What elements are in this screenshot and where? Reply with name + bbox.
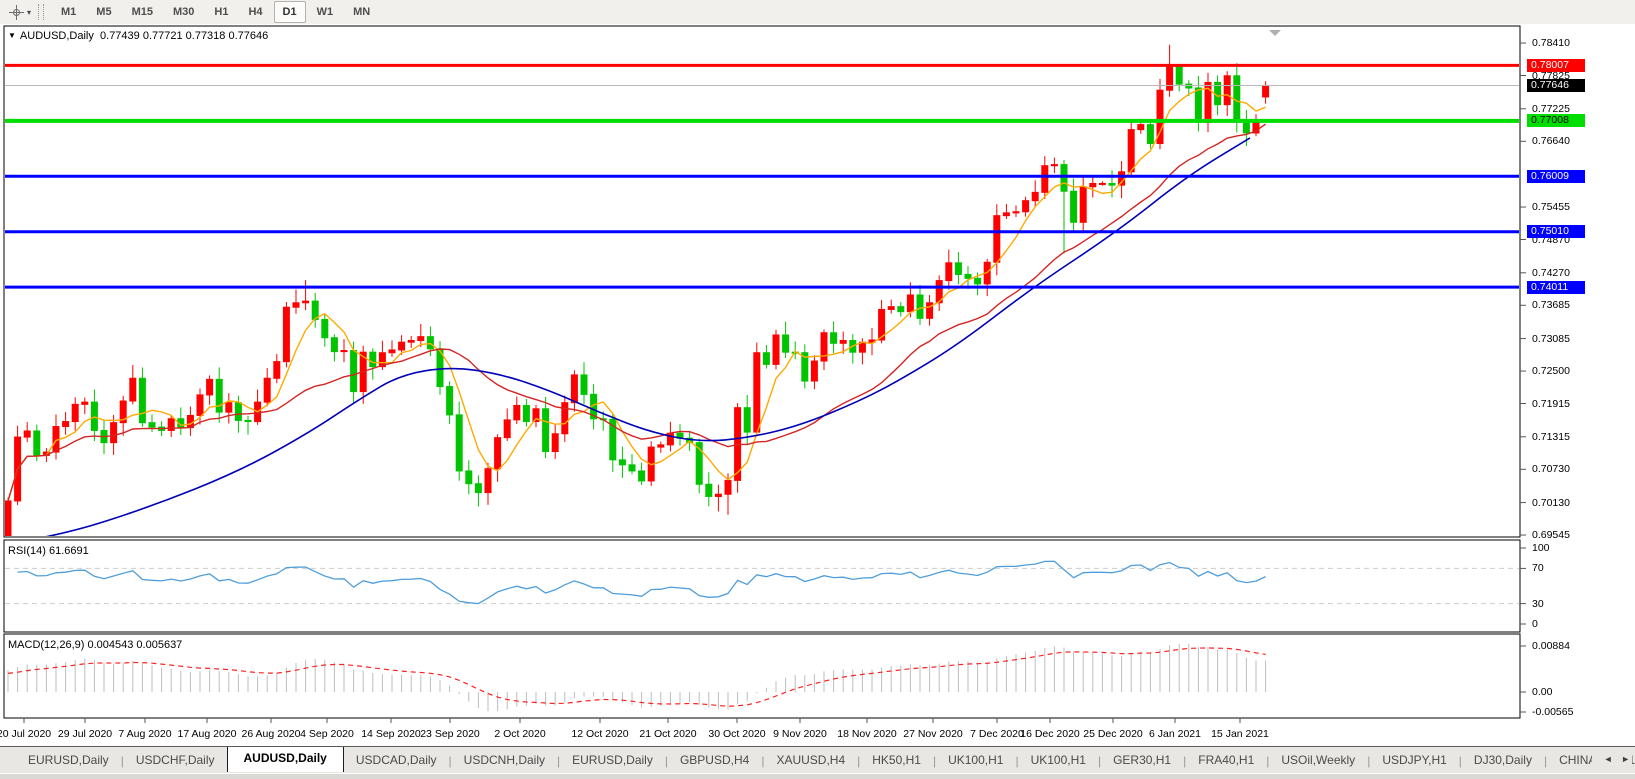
tab-fra40-h1[interactable]: FRA40,H1 [1186, 749, 1266, 772]
tab-eurusd-daily[interactable]: EURUSD,Daily [560, 749, 665, 772]
rsi-value: 61.6691 [49, 545, 89, 557]
rsi-indicator-label: RSI(14) 61.6691 [8, 545, 89, 557]
current-price-tag: 0.77646 [1527, 79, 1585, 92]
timeframe-button-h4[interactable]: H4 [239, 1, 271, 23]
tab-uk100-h1[interactable]: UK100,H1 [1019, 749, 1098, 772]
tab-dj30-daily[interactable]: DJ30,Daily [1462, 749, 1544, 772]
chart-area: ▼ AUDUSD,Daily 0.77439 0.77721 0.77318 0.… [0, 24, 1635, 746]
date-axis-label: 4 Sep 2020 [300, 728, 354, 740]
chart-plot[interactable] [0, 24, 1635, 746]
price-axis-label: 0.78410 [1532, 37, 1570, 49]
crosshair-tool-icon[interactable] [6, 3, 26, 21]
date-axis-label: 15 Jan 2021 [1211, 728, 1269, 740]
chart-title[interactable]: ▼ AUDUSD,Daily 0.77439 0.77721 0.77318 0.… [8, 30, 268, 42]
rsi-axis-label: 70 [1532, 562, 1544, 574]
tool-dropdown-caret-icon[interactable]: ▾ [27, 8, 31, 17]
rsi-panel-frame [4, 540, 1520, 632]
price-axis-label: 0.71315 [1532, 431, 1570, 443]
tab-gbpusd-h4[interactable]: GBPUSD,H4 [668, 749, 761, 772]
timeframe-buttons: M1M5M15M30H1H4D1W1MN [51, 1, 380, 23]
symbol-label: AUDUSD,Daily [20, 30, 94, 42]
timeframe-toolbar: ▾ M1M5M15M30H1H4D1W1MN [0, 0, 1635, 25]
macd-panel-frame [4, 634, 1520, 718]
timeframe-button-w1[interactable]: W1 [308, 1, 343, 23]
timeframe-button-m1[interactable]: M1 [52, 1, 85, 23]
date-axis-label: 27 Nov 2020 [903, 728, 963, 740]
tab-bar-bottom-strip [0, 773, 1635, 779]
price-axis-label: 0.71915 [1532, 398, 1570, 410]
price-axis-label: 0.75455 [1532, 201, 1570, 213]
price-axis-label: 0.73685 [1532, 299, 1570, 311]
tab-eurusd-daily[interactable]: EURUSD,Daily [16, 749, 121, 772]
rsi-name: RSI(14) [8, 545, 46, 557]
date-axis-label: 18 Nov 2020 [837, 728, 897, 740]
date-axis-label: 14 Sep 2020 [361, 728, 421, 740]
price-axis-label: 0.76640 [1532, 135, 1570, 147]
timeframe-button-mn[interactable]: MN [344, 1, 379, 23]
hline-price-tag: 0.75010 [1527, 225, 1585, 238]
tab-audusd-daily[interactable]: AUDUSD,Daily [227, 746, 344, 772]
date-axis-label: 9 Nov 2020 [773, 728, 827, 740]
macd-axis-label: -0.00565 [1532, 706, 1573, 718]
macd-indicator-label: MACD(12,26,9) 0.004543 0.005637 [8, 639, 182, 651]
date-axis-label: 6 Jan 2021 [1149, 728, 1201, 740]
rsi-axis-label: 100 [1532, 542, 1550, 554]
tab-ger30-h1[interactable]: GER30,H1 [1101, 749, 1183, 772]
date-axis-label: 25 Dec 2020 [1083, 728, 1143, 740]
tab-row: EURUSD,Daily|USDCHF,DailyAUDUSD,DailyUSD… [0, 747, 1635, 772]
price-axis-label: 0.77225 [1532, 103, 1570, 115]
tab-hk50-h1[interactable]: HK50,H1 [860, 749, 933, 772]
tab-usdchf-daily[interactable]: USDCHF,Daily [124, 749, 227, 772]
date-axis-label: 26 Aug 2020 [242, 728, 301, 740]
price-axis-label: 0.72500 [1532, 365, 1570, 377]
date-axis-label: 16 Dec 2020 [1020, 728, 1080, 740]
tab-usdcad-daily[interactable]: USDCAD,Daily [344, 749, 449, 772]
macd-values: 0.004543 0.005637 [87, 639, 182, 651]
date-axis-label: 17 Aug 2020 [178, 728, 237, 740]
tab-scroll-right-icon[interactable]: ► [1621, 754, 1630, 764]
macd-axis-label: 0.00884 [1532, 640, 1570, 652]
date-axis-label: 29 Jul 2020 [58, 728, 112, 740]
rsi-axis-label: 30 [1532, 598, 1544, 610]
date-axis-label: 21 Oct 2020 [639, 728, 696, 740]
hline-price-tag: 0.77008 [1527, 114, 1585, 127]
timeframe-button-d1[interactable]: D1 [274, 1, 306, 23]
hline-price-tag: 0.76009 [1527, 170, 1585, 183]
date-axis-label: 7 Aug 2020 [118, 728, 171, 740]
date-axis-label: 30 Oct 2020 [708, 728, 765, 740]
date-axis-label: 23 Sep 2020 [420, 728, 480, 740]
tab-usdcnh-daily[interactable]: USDCNH,Daily [452, 749, 557, 772]
chart-tab-bar: EURUSD,Daily|USDCHF,DailyAUDUSD,DailyUSD… [0, 746, 1635, 779]
timeframe-button-m5[interactable]: M5 [87, 1, 120, 23]
date-axis-label: 12 Oct 2020 [571, 728, 628, 740]
date-axis-label: 7 Dec 2020 [970, 728, 1024, 740]
rsi-axis-label: 0 [1532, 618, 1538, 630]
price-axis-label: 0.73085 [1532, 333, 1570, 345]
price-axis-label: 0.69545 [1532, 529, 1570, 541]
date-axis-label: 2 Oct 2020 [494, 728, 545, 740]
macd-axis-label: 0.00 [1532, 686, 1552, 698]
date-axis-label: 20 Jul 2020 [0, 728, 51, 740]
price-axis-label: 0.74270 [1532, 267, 1570, 279]
hline-price-tag: 0.74011 [1527, 281, 1585, 294]
tab-usoil-weekly[interactable]: USOil,Weekly [1269, 749, 1367, 772]
symbol-dropdown-icon[interactable]: ▼ [8, 31, 16, 40]
macd-name: MACD(12,26,9) [8, 639, 84, 651]
hline-price-tag: 0.78007 [1527, 59, 1585, 72]
tab-scroll-left-icon[interactable]: ◄ [1604, 754, 1613, 764]
tab-usdjpy-h1[interactable]: USDJPY,H1 [1370, 749, 1458, 772]
toolbar-grip[interactable] [38, 4, 44, 20]
mt4-window: ▾ M1M5M15M30H1H4D1W1MN ▼ AUDUSD,Daily 0.7… [0, 0, 1635, 779]
tab-xauusd-h4[interactable]: XAUUSD,H4 [764, 749, 857, 772]
main-panel-frame [4, 26, 1520, 537]
tab-uk100-h1[interactable]: UK100,H1 [936, 749, 1015, 772]
timeframe-button-m30[interactable]: M30 [164, 1, 203, 23]
price-axis-label: 0.70730 [1532, 463, 1570, 475]
timeframe-button-h1[interactable]: H1 [205, 1, 237, 23]
ohlc-values: 0.77439 0.77721 0.77318 0.77646 [100, 30, 268, 42]
tab-scroll-arrows: ◄ ► [1592, 752, 1632, 766]
price-axis-label: 0.70130 [1532, 497, 1570, 509]
timeframe-button-m15[interactable]: M15 [123, 1, 162, 23]
